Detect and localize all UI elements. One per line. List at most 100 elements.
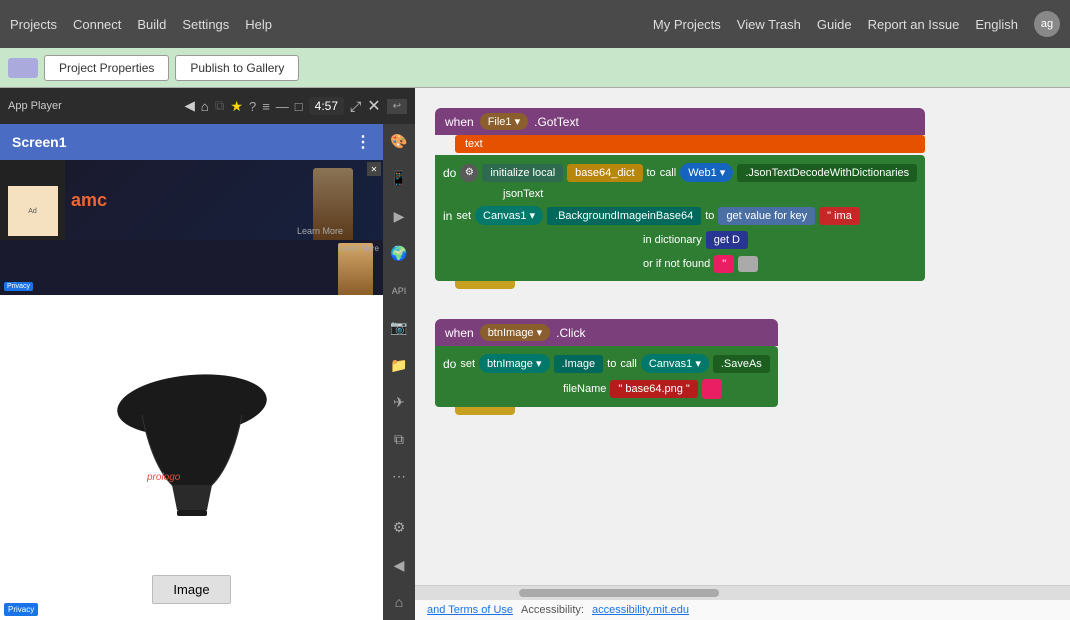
tab-project-properties[interactable]: Project Properties bbox=[44, 55, 169, 81]
image-button[interactable]: Image bbox=[152, 575, 230, 604]
blocks-canvas[interactable]: when File1 ▾ .GotText text do ⚙ initiali… bbox=[415, 88, 1070, 585]
block1-in-row: in set Canvas1 ▾ .BackgroundImageinBase6… bbox=[443, 206, 917, 225]
ad-content-left: Ad bbox=[8, 186, 58, 236]
phone-icon[interactable]: 📱 bbox=[387, 167, 411, 190]
accessibility-link[interactable]: accessibility.mit.edu bbox=[592, 604, 689, 616]
set-label-2: set bbox=[460, 358, 475, 370]
to-label-3: to bbox=[607, 358, 616, 370]
tab-bar: Project Properties Publish to Gallery bbox=[0, 48, 1070, 88]
filename-string-block: " base64.png " bbox=[610, 380, 697, 398]
nav-settings[interactable]: Settings bbox=[182, 17, 229, 32]
do-label-2: do bbox=[443, 357, 456, 371]
canvas1-pill-2[interactable]: Canvas1 ▾ bbox=[641, 354, 709, 373]
ad-banner: Ad Privacy amc ✕ Learn More bbox=[0, 160, 383, 240]
canvas1-pill-1[interactable]: Canvas1 ▾ bbox=[475, 206, 543, 225]
menu-icon[interactable]: ≡ bbox=[262, 99, 270, 114]
key-string-block: " ima bbox=[819, 207, 860, 225]
nav-view-trash[interactable]: View Trash bbox=[737, 17, 801, 32]
json-text-label: jsonText bbox=[503, 188, 543, 200]
in-dict-label: in dictionary bbox=[643, 234, 702, 246]
folder-icon[interactable]: 📁 bbox=[387, 353, 411, 376]
top-navigation: Projects Connect Build Settings Help My … bbox=[0, 0, 1070, 48]
web1-pill[interactable]: Web1 ▾ bbox=[680, 163, 733, 182]
call-label-2: call bbox=[620, 358, 637, 370]
bg-image-block: .BackgroundImageinBase64 bbox=[547, 207, 701, 225]
play-icon[interactable]: ▶ bbox=[387, 204, 411, 227]
learn-more-2: Learn More bbox=[338, 244, 379, 253]
nav-guide[interactable]: Guide bbox=[817, 17, 852, 32]
nav-connect[interactable]: Connect bbox=[73, 17, 121, 32]
bike-seat-image: prologo bbox=[92, 315, 292, 555]
close-button[interactable]: ✕ bbox=[367, 96, 380, 116]
sidebar-icons: 🎨 📱 ▶ 🌍 API 📷 📁 ✈ ⧉ ⋯ ⚙ ◀ ⌂ bbox=[383, 124, 415, 620]
terms-link[interactable]: and Terms of Use bbox=[427, 604, 513, 616]
block1-footer-tab bbox=[455, 281, 515, 289]
block1-container: when File1 ▾ .GotText text do ⚙ initiali… bbox=[435, 108, 925, 289]
globe-icon[interactable]: 🌍 bbox=[387, 242, 411, 265]
ad-close-button[interactable]: ✕ bbox=[367, 162, 381, 176]
block1-do-row: do ⚙ initialize local base64_dict to cal… bbox=[443, 163, 917, 182]
maximize-icon[interactable]: □ bbox=[295, 99, 303, 114]
expand-button[interactable]: ⤢ bbox=[350, 98, 361, 115]
color-chip bbox=[738, 256, 758, 272]
main-layout: App Player ◀ ⌂ ⧉ ★ ? ≡ — □ 4:57 ⤢ ✕ ↩ Sc… bbox=[0, 88, 1070, 620]
nav-back[interactable]: ◀ bbox=[185, 98, 195, 114]
accessibility-label: Accessibility: bbox=[521, 604, 584, 616]
back-icon[interactable]: ◀ bbox=[387, 554, 411, 577]
extension-icon[interactable]: ⧉ bbox=[387, 428, 411, 451]
screen-frame: Screen1 ⋮ Ad Privacy amc bbox=[0, 124, 415, 620]
in-label: in bbox=[443, 209, 452, 223]
set-label-1: set bbox=[456, 210, 471, 222]
filename-label: fileName bbox=[563, 383, 606, 395]
when-label-2: when bbox=[445, 326, 474, 340]
gear-icon-1: ⚙ bbox=[460, 164, 478, 182]
btn-image-pill[interactable]: btnImage ▾ bbox=[480, 324, 550, 341]
screen-name: Screen1 bbox=[12, 134, 66, 150]
plane-icon[interactable]: ✈ bbox=[387, 391, 411, 414]
camera-icon[interactable]: 📷 bbox=[387, 316, 411, 339]
tab-design-indicator bbox=[8, 58, 38, 78]
image-prop-block: .Image bbox=[554, 355, 604, 373]
user-avatar[interactable]: ag bbox=[1034, 11, 1060, 37]
text-param-block: text bbox=[455, 135, 925, 153]
home-icon[interactable]: ⌂ bbox=[387, 591, 411, 614]
screen-content: Ad Privacy amc ✕ Learn More bbox=[0, 160, 383, 620]
more-icon[interactable]: ⋯ bbox=[387, 465, 411, 488]
click-label: .Click bbox=[556, 326, 585, 340]
tab-publish-gallery[interactable]: Publish to Gallery bbox=[175, 55, 299, 81]
secondary-ad-content: Privacy Learn More bbox=[0, 240, 383, 295]
minimize-icon[interactable]: — bbox=[276, 99, 289, 114]
back-button[interactable]: ↩ bbox=[387, 99, 407, 114]
nav-report-issue[interactable]: Report an Issue bbox=[868, 17, 960, 32]
block1-json-row: jsonText bbox=[443, 188, 917, 200]
star-icon: ★ bbox=[230, 98, 243, 115]
settings-icon[interactable]: ⚙ bbox=[387, 516, 411, 539]
palette-icon[interactable]: 🎨 bbox=[387, 130, 411, 153]
screen-header: Screen1 ⋮ bbox=[0, 124, 383, 160]
pink-block bbox=[702, 379, 722, 399]
block2-do-row: do set btnImage ▾ .Image to call Canvas1… bbox=[443, 354, 770, 373]
not-found-val-block: " bbox=[714, 255, 734, 273]
api-icon[interactable]: API bbox=[387, 279, 411, 302]
got-text-label: .GotText bbox=[534, 115, 579, 129]
save-as-block: .SaveAs bbox=[713, 355, 770, 373]
scrollbar-thumb[interactable] bbox=[519, 589, 719, 597]
block1-header: when File1 ▾ .GotText bbox=[435, 108, 925, 135]
call-label-1: call bbox=[660, 167, 677, 179]
block1-body: do ⚙ initialize local base64_dict to cal… bbox=[435, 155, 925, 281]
footer-bar: and Terms of Use Accessibility: accessib… bbox=[415, 599, 1070, 620]
nav-my-projects[interactable]: My Projects bbox=[653, 17, 721, 32]
nav-right: My Projects View Trash Guide Report an I… bbox=[653, 11, 1060, 37]
file1-pill[interactable]: File1 ▾ bbox=[480, 113, 528, 130]
nav-home[interactable]: ⌂ bbox=[201, 99, 209, 114]
nav-english[interactable]: English bbox=[975, 17, 1018, 32]
screen-menu-icon[interactable]: ⋮ bbox=[355, 132, 371, 152]
nav-build[interactable]: Build bbox=[137, 17, 166, 32]
help-icon[interactable]: ? bbox=[249, 99, 256, 114]
btn-image-pill-2[interactable]: btnImage ▾ bbox=[479, 354, 549, 373]
nav-help[interactable]: Help bbox=[245, 17, 272, 32]
nav-projects[interactable]: Projects bbox=[10, 17, 57, 32]
json-decode-block: .JsonTextDecodeWithDictionaries bbox=[737, 164, 917, 182]
horizontal-scrollbar[interactable] bbox=[415, 585, 1070, 599]
nav-copy[interactable]: ⧉ bbox=[215, 98, 225, 114]
